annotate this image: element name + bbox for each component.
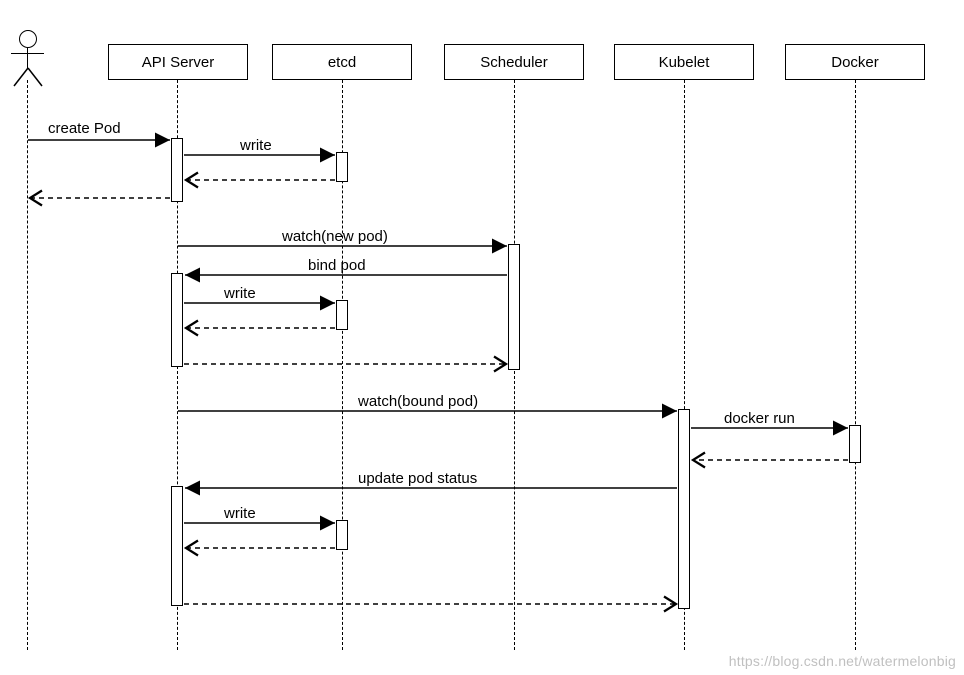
watermark-text: https://blog.csdn.net/watermelonbig	[729, 653, 956, 669]
activation-api-2	[171, 273, 183, 367]
participant-scheduler: Scheduler	[444, 44, 584, 80]
activation-api-1	[171, 138, 183, 202]
msg-docker-run: docker run	[724, 410, 795, 427]
msg-write-1: write	[240, 137, 272, 154]
msg-write-3: write	[224, 505, 256, 522]
participant-api-server: API Server	[108, 44, 248, 80]
activation-etcd-3	[336, 520, 348, 550]
activation-sched	[508, 244, 520, 370]
activation-kubelet	[678, 409, 690, 609]
lifeline-docker	[855, 80, 856, 650]
activation-etcd-2	[336, 300, 348, 330]
participant-label: API Server	[142, 54, 215, 71]
activation-docker	[849, 425, 861, 463]
activation-api-3	[171, 486, 183, 606]
msg-create-pod: create Pod	[48, 120, 121, 137]
msg-write-2: write	[224, 285, 256, 302]
participant-label: Docker	[831, 54, 879, 71]
activation-etcd-1	[336, 152, 348, 182]
msg-bind-pod: bind pod	[308, 257, 366, 274]
arrows-layer	[0, 0, 964, 675]
lifeline-actor	[27, 80, 28, 650]
participant-label: Scheduler	[480, 54, 548, 71]
msg-update-status: update pod status	[358, 470, 477, 487]
msg-watch-bound: watch(bound pod)	[358, 393, 478, 410]
msg-watch-new: watch(new pod)	[282, 228, 388, 245]
participant-etcd: etcd	[272, 44, 412, 80]
sequence-diagram: API Server etcd Scheduler Kubelet Docker	[0, 0, 964, 675]
participant-docker: Docker	[785, 44, 925, 80]
participant-kubelet: Kubelet	[614, 44, 754, 80]
participant-label: etcd	[328, 54, 356, 71]
participant-label: Kubelet	[659, 54, 710, 71]
